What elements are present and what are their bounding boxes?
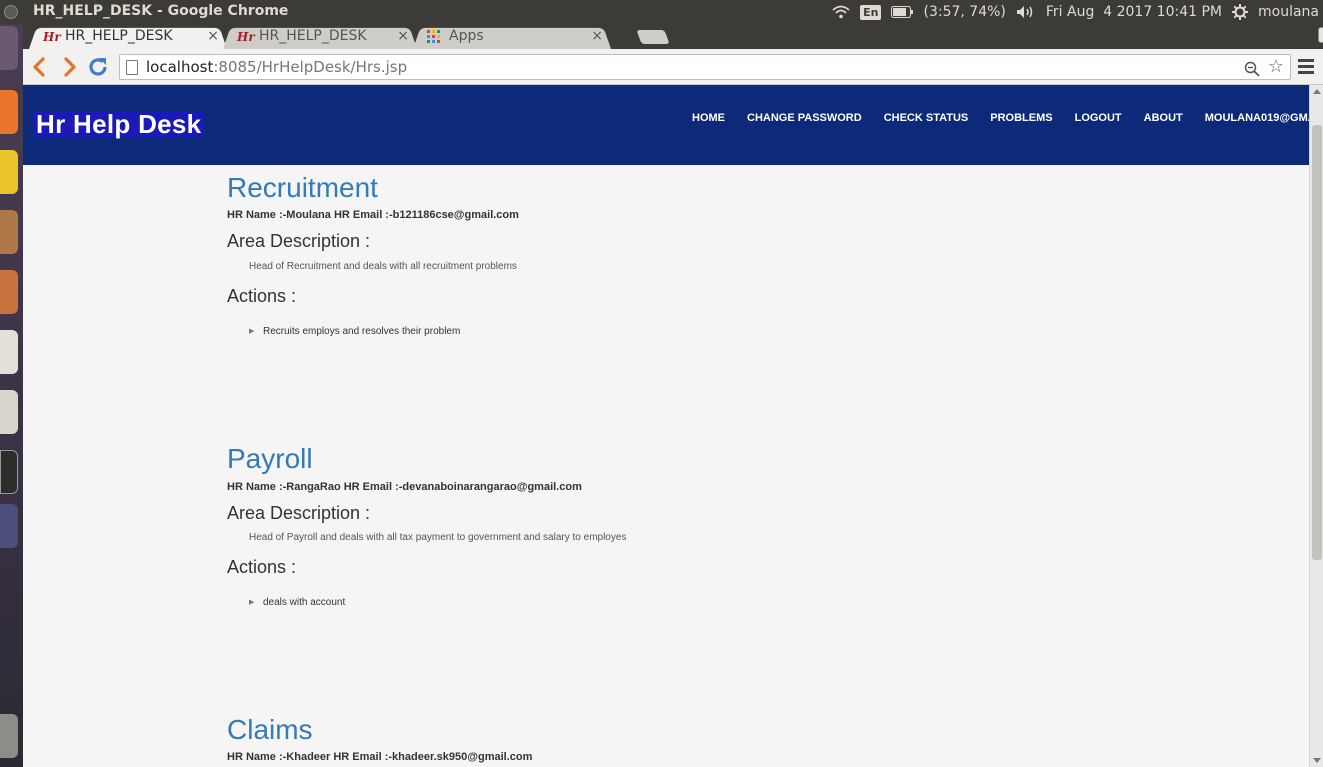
back-button[interactable]: [28, 55, 52, 79]
page-icon: [126, 60, 138, 75]
hr-section-recruitment: Recruitment HR Name :-Moulana HR Email :…: [227, 172, 1127, 338]
hr-favicon-icon: Hr: [237, 30, 255, 44]
tab-label: HR_HELP_DESK: [259, 28, 367, 44]
hr-contact: HR Name :-RangaRao HR Email :-devanaboin…: [227, 481, 582, 493]
keyboard-language-indicator[interactable]: En: [860, 4, 882, 20]
apps-grid-icon: [427, 30, 441, 44]
area-description: Head of Payroll and deals with all tax p…: [249, 532, 627, 543]
area-description-heading: Area Description :: [227, 503, 371, 523]
hr-favicon-icon: Hr: [43, 30, 61, 44]
launcher-item-text-editor[interactable]: [0, 330, 18, 374]
launcher-item-files[interactable]: [0, 270, 18, 314]
actions-heading: Actions :: [227, 286, 297, 306]
tab-close-icon[interactable]: ×: [397, 28, 409, 44]
action-item: ▶ Recruits employs and resolves their pr…: [249, 326, 461, 337]
tab-hr-help-desk-active[interactable]: Hr HR_HELP_DESK ×: [29, 26, 227, 49]
back-arrow-icon: [33, 57, 45, 77]
hr-section-claims: Claims HR Name :-Khadeer HR Email :-khad…: [227, 714, 1127, 764]
nav-about[interactable]: ABOUT: [1144, 112, 1183, 126]
settings-gear-icon[interactable]: [1232, 4, 1248, 20]
bullet-icon: ▶: [249, 599, 255, 606]
tab-close-icon[interactable]: ×: [207, 28, 219, 44]
area-description-heading: Area Description :: [227, 231, 371, 251]
section-title: Claims: [227, 714, 313, 745]
tab-apps[interactable]: Apps ×: [413, 26, 611, 49]
launcher-item-firefox[interactable]: [0, 90, 18, 134]
launcher-item-chrome[interactable]: [0, 150, 18, 194]
actions-heading: Actions :: [227, 557, 297, 577]
launcher-item-dash[interactable]: [0, 26, 18, 70]
window-title: HR_HELP_DESK - Google Chrome: [33, 3, 289, 19]
address-bar[interactable]: localhost:8085/HrHelpDesk/Hrs.jsp ☆: [119, 54, 1291, 80]
clock[interactable]: Fri Aug 4 2017 10:41 PM: [1046, 4, 1222, 20]
launcher-item-terminal[interactable]: [0, 450, 18, 494]
site-logo[interactable]: Hr Help Desk: [33, 111, 205, 138]
forward-arrow-icon: [64, 57, 76, 77]
tab-label: Apps: [449, 28, 484, 44]
scroll-down-icon[interactable]: [1313, 758, 1321, 763]
url-text[interactable]: localhost:8085/HrHelpDesk/Hrs.jsp: [146, 58, 407, 76]
area-description: Head of Recruitment and deals with all r…: [249, 261, 517, 272]
new-tab-button[interactable]: [636, 30, 670, 44]
wifi-icon[interactable]: [832, 5, 850, 19]
action-item: ▶ deals with account: [249, 597, 346, 608]
hr-contact: HR Name :-Khadeer HR Email :-khadeer.sk9…: [227, 751, 533, 763]
tab-label: HR_HELP_DESK: [65, 28, 173, 44]
scroll-up-icon[interactable]: [1313, 89, 1321, 94]
tab-strip: Hr HR_HELP_DESK × Hr HR_HELP_DESK × Apps…: [23, 24, 1323, 49]
tab-hr-help-desk[interactable]: Hr HR_HELP_DESK ×: [223, 26, 417, 49]
profile-user-icon[interactable]: ▲: [1318, 27, 1323, 43]
nav-user-email[interactable]: MOULANA019@GMAIL.COM: [1205, 112, 1309, 126]
battery-icon[interactable]: [891, 6, 914, 18]
page-viewport: Hr Help Desk HOME CHANGE PASSWORD CHECK …: [23, 85, 1309, 767]
nav-check-status[interactable]: CHECK STATUS: [884, 112, 969, 126]
tab-close-icon[interactable]: ×: [591, 28, 603, 44]
volume-icon[interactable]: [1016, 5, 1036, 19]
launcher-item-trash[interactable]: [0, 714, 18, 758]
ubuntu-launcher: [0, 24, 23, 767]
chrome-menu-icon[interactable]: [1298, 59, 1314, 75]
nav-problems[interactable]: PROBLEMS: [990, 112, 1052, 126]
nav-change-password[interactable]: CHANGE PASSWORD: [747, 112, 862, 126]
user-name[interactable]: moulana: [1258, 4, 1319, 20]
site-header: Hr Help Desk HOME CHANGE PASSWORD CHECK …: [23, 85, 1309, 165]
bookmark-star-icon[interactable]: ☆: [1268, 56, 1284, 77]
launcher-item-workspaces[interactable]: [0, 504, 18, 548]
reload-icon: [89, 58, 107, 76]
hr-contact: HR Name :-Moulana HR Email :-b121186cse@…: [227, 209, 519, 221]
nav-logout[interactable]: LOGOUT: [1075, 112, 1122, 126]
reload-button[interactable]: [86, 55, 110, 79]
browser-toolbar: localhost:8085/HrHelpDesk/Hrs.jsp ☆: [23, 49, 1323, 85]
bullet-icon: ▶: [249, 328, 255, 335]
scrollbar-thumb[interactable]: [1312, 125, 1322, 560]
nav-home[interactable]: HOME: [692, 112, 725, 126]
window-close-icon[interactable]: [4, 5, 18, 19]
site-nav: HOME CHANGE PASSWORD CHECK STATUS PROBLE…: [692, 112, 1309, 126]
system-tray: En (3:57, 74%) Fri Aug 4 2017 10:41 PM m…: [832, 0, 1319, 24]
section-title: Payroll: [227, 443, 313, 474]
launcher-item-document-viewer[interactable]: [0, 390, 18, 434]
forward-button[interactable]: [57, 55, 81, 79]
os-top-bar: HR_HELP_DESK - Google Chrome En (3:57, 7…: [0, 0, 1323, 24]
launcher-item-settings[interactable]: [0, 210, 18, 254]
page-scrollbar[interactable]: [1309, 85, 1323, 767]
hr-section-payroll: Payroll HR Name :-RangaRao HR Email :-de…: [227, 443, 1127, 609]
zoom-icon[interactable]: [1244, 58, 1260, 81]
section-title: Recruitment: [227, 172, 378, 203]
battery-status: (3:57, 74%): [923, 4, 1006, 20]
